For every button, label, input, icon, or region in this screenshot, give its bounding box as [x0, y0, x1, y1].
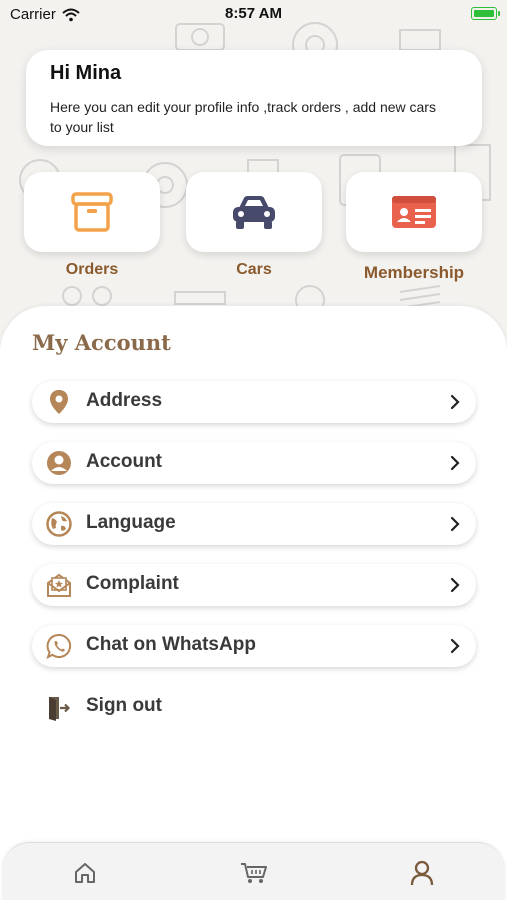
id-card-icon [392, 196, 436, 228]
menu-item-whatsapp[interactable]: Chat on WhatsApp [32, 625, 476, 667]
status-bar: Carrier 8:57 AM [0, 0, 507, 30]
chevron-right-icon [450, 638, 460, 654]
menu-item-label: Chat on WhatsApp [86, 634, 256, 655]
bottom-tab-bar [2, 842, 505, 900]
menu-item-language[interactable]: Language [32, 503, 476, 545]
envelope-icon [46, 572, 72, 598]
chevron-right-icon [450, 455, 460, 471]
greeting-card: Hi Mina Here you can edit your profile i… [26, 50, 482, 146]
menu-item-address[interactable]: Address [32, 381, 476, 423]
signout-button[interactable]: Sign out [32, 688, 232, 728]
menu-item-label: Address [86, 390, 163, 411]
box-icon [71, 192, 113, 232]
cars-label: Cars [236, 261, 272, 278]
tab-cart[interactable] [236, 855, 272, 891]
chevron-right-icon [450, 394, 460, 410]
orders-label: Orders [65, 261, 119, 278]
tab-home[interactable] [67, 855, 103, 891]
signout-label: Sign out [86, 695, 162, 716]
battery-icon [471, 7, 500, 20]
menu-item-label: Language [86, 512, 176, 533]
exit-door-icon [46, 695, 72, 721]
membership-tile[interactable] [346, 172, 482, 252]
menu-item-label: Account [86, 451, 162, 472]
whatsapp-icon [46, 633, 72, 659]
my-account-title: My Account [32, 330, 171, 355]
user-circle-icon [46, 450, 72, 476]
menu-item-complaint[interactable]: Complaint [32, 564, 476, 606]
quick-tiles: Orders Cars Membership [24, 172, 484, 287]
chevron-right-icon [450, 577, 460, 593]
cars-tile[interactable] [186, 172, 322, 252]
tab-profile[interactable] [404, 855, 440, 891]
orders-tile[interactable] [24, 172, 160, 252]
menu-item-account[interactable]: Account [32, 442, 476, 484]
chevron-right-icon [450, 516, 460, 532]
location-pin-icon [46, 389, 72, 415]
status-time: 8:57 AM [225, 5, 282, 22]
home-icon [75, 863, 95, 883]
greeting-title: Hi Mina [50, 62, 122, 84]
cart-icon [241, 863, 267, 883]
user-icon [410, 860, 434, 886]
membership-label: Membership [363, 263, 465, 282]
greeting-text: Here you can edit your profile info ,tra… [50, 99, 436, 135]
globe-icon [46, 511, 72, 537]
menu-item-label: Complaint [86, 573, 179, 594]
car-icon [233, 196, 275, 229]
